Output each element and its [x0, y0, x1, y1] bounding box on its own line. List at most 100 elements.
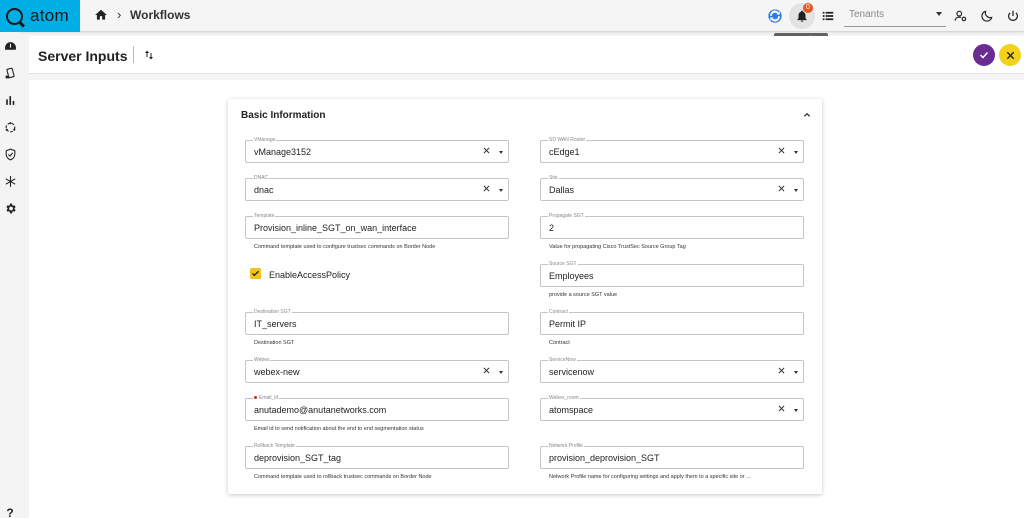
power-icon[interactable] [1004, 7, 1022, 25]
propagate-sgt-helper-text: Value for propagating Cisco TrustSec Sou… [549, 244, 686, 250]
check-icon [252, 270, 259, 277]
vmanage-select[interactable]: VManage vManage3152 [245, 137, 509, 163]
field-value: Provision_inline_SGT_on_wan_interface [254, 223, 417, 233]
cancel-button[interactable] [999, 44, 1021, 66]
submit-button[interactable] [973, 44, 995, 66]
shield-icon[interactable] [3, 147, 17, 161]
field-label: DNAC [253, 175, 270, 181]
propagate-sgt-field[interactable]: Propagate SGT 2 [540, 213, 804, 239]
field-value: dnac [254, 185, 274, 195]
section-title: Basic Information [241, 110, 326, 121]
chevron-down-icon[interactable] [499, 371, 503, 374]
email-id-label: Email_id [259, 395, 279, 401]
template-helper-text: Command template used to configure trust… [254, 244, 436, 250]
field-label: Network Profile [548, 443, 584, 449]
webex-room-select[interactable]: Webex_room atomspace [540, 395, 804, 421]
dnac-select[interactable]: DNAC dnac [245, 175, 509, 201]
main-content: Basic Information VManage vManage3152 SD… [29, 80, 1024, 518]
snowflake-icon[interactable] [3, 174, 17, 188]
tenant-select[interactable]: Tenants [849, 9, 884, 20]
field-label: Site [548, 175, 559, 181]
field-value: 2 [549, 223, 555, 233]
email-id-helper-text: Email id to send notification about the … [254, 426, 424, 432]
email-id-field[interactable]: Email_id anutademo@anutanetworks.com [245, 395, 509, 421]
rollback-template-helper-text: Command template used to rollback trusts… [254, 474, 432, 480]
gear-icon[interactable] [3, 201, 17, 215]
bar-chart-icon[interactable] [3, 93, 17, 107]
clear-icon[interactable] [482, 146, 491, 155]
dark-mode-icon[interactable] [978, 7, 996, 25]
field-value: atomspace [549, 405, 594, 415]
field-value: deprovision_SGT_tag [254, 453, 342, 463]
clear-icon[interactable] [777, 404, 786, 413]
contract-field[interactable]: Contract Permit IP [540, 309, 804, 335]
field-label: ServiceNow [548, 357, 577, 363]
chevron-down-icon[interactable] [794, 189, 798, 192]
clear-icon[interactable] [482, 184, 491, 193]
field-value: provision_deprovision_SGT [549, 453, 660, 463]
dashboard-icon[interactable] [3, 39, 17, 53]
field-label: Webex [253, 357, 271, 363]
field-value: anutademo@anutanetworks.com [254, 405, 387, 415]
network-profile-helper-text: Network Profile name for configuring set… [549, 474, 751, 480]
field-value: Dallas [549, 185, 575, 195]
required-indicator [254, 396, 257, 400]
destination-sgt-helper-text: Destination SGT [254, 340, 295, 346]
clear-icon[interactable] [777, 184, 786, 193]
help-icon[interactable]: ? [3, 506, 17, 518]
home-icon[interactable] [94, 8, 108, 22]
field-label: Email_id [253, 395, 280, 401]
contract-helper-text: Contract [549, 340, 570, 346]
field-label: Rollback Template [253, 443, 296, 449]
template-field[interactable]: Template Provision_inline_SGT_on_wan_int… [245, 213, 509, 239]
user-settings-icon[interactable] [952, 7, 970, 25]
left-sidebar: ? [0, 32, 20, 518]
network-profile-field[interactable]: Network Profile provision_deprovision_SG… [540, 443, 804, 469]
clear-icon[interactable] [777, 366, 786, 375]
sdwan-router-select[interactable]: SD WAN Router cEdge1 [540, 137, 804, 163]
page-title: Server Inputs [38, 48, 128, 64]
field-label: Contract [548, 309, 569, 315]
field-value: IT_servers [254, 319, 297, 329]
clear-icon[interactable] [482, 366, 491, 375]
field-value: cEdge1 [549, 147, 580, 157]
chevron-down-icon[interactable] [794, 151, 798, 154]
field-value: servicenow [549, 367, 595, 377]
tenant-select-underline [844, 26, 946, 27]
breadcrumb-current[interactable]: Workflows [130, 8, 190, 22]
chevron-down-icon[interactable] [794, 371, 798, 374]
webex-select[interactable]: Webex webex-new [245, 357, 509, 383]
field-label: VManage [253, 137, 277, 143]
chevron-down-icon[interactable] [794, 409, 798, 412]
field-label: SD WAN Router [548, 137, 587, 143]
devices-icon[interactable] [3, 66, 17, 80]
list-icon[interactable] [819, 7, 837, 25]
destination-sgt-field[interactable]: Destination SGT IT_servers [245, 309, 509, 335]
field-value: vManage3152 [254, 147, 312, 157]
app-name: atom [30, 6, 69, 25]
check-icon [979, 51, 989, 59]
app-logo[interactable]: atom [0, 0, 80, 32]
servicenow-select[interactable]: ServiceNow servicenow [540, 357, 804, 383]
field-value: Employees [549, 271, 594, 281]
chevron-up-icon[interactable] [803, 111, 811, 119]
sort-icon[interactable] [143, 48, 155, 62]
title-divider [133, 46, 134, 63]
enable-access-policy-label[interactable]: EnableAccessPolicy [269, 270, 350, 280]
chevron-down-icon[interactable] [499, 151, 503, 154]
chevron-down-icon[interactable] [936, 12, 942, 16]
enable-access-policy-checkbox[interactable] [250, 268, 261, 279]
clear-icon[interactable] [777, 146, 786, 155]
sync-icon[interactable] [766, 7, 784, 25]
source-sgt-field[interactable]: Source SGT Employees [540, 261, 804, 287]
rollback-template-field[interactable]: Rollback Template deprovision_SGT_tag [245, 443, 509, 469]
field-label: Webex_room [548, 395, 580, 401]
field-label: Destination SGT [253, 309, 292, 315]
breadcrumb-separator: › [117, 7, 122, 22]
site-select[interactable]: Site Dallas [540, 175, 804, 201]
workflow-icon[interactable] [3, 120, 17, 134]
chevron-down-icon[interactable] [499, 189, 503, 192]
close-icon [1006, 51, 1014, 59]
field-label: Template [253, 213, 276, 219]
field-value: Permit IP [549, 319, 587, 329]
